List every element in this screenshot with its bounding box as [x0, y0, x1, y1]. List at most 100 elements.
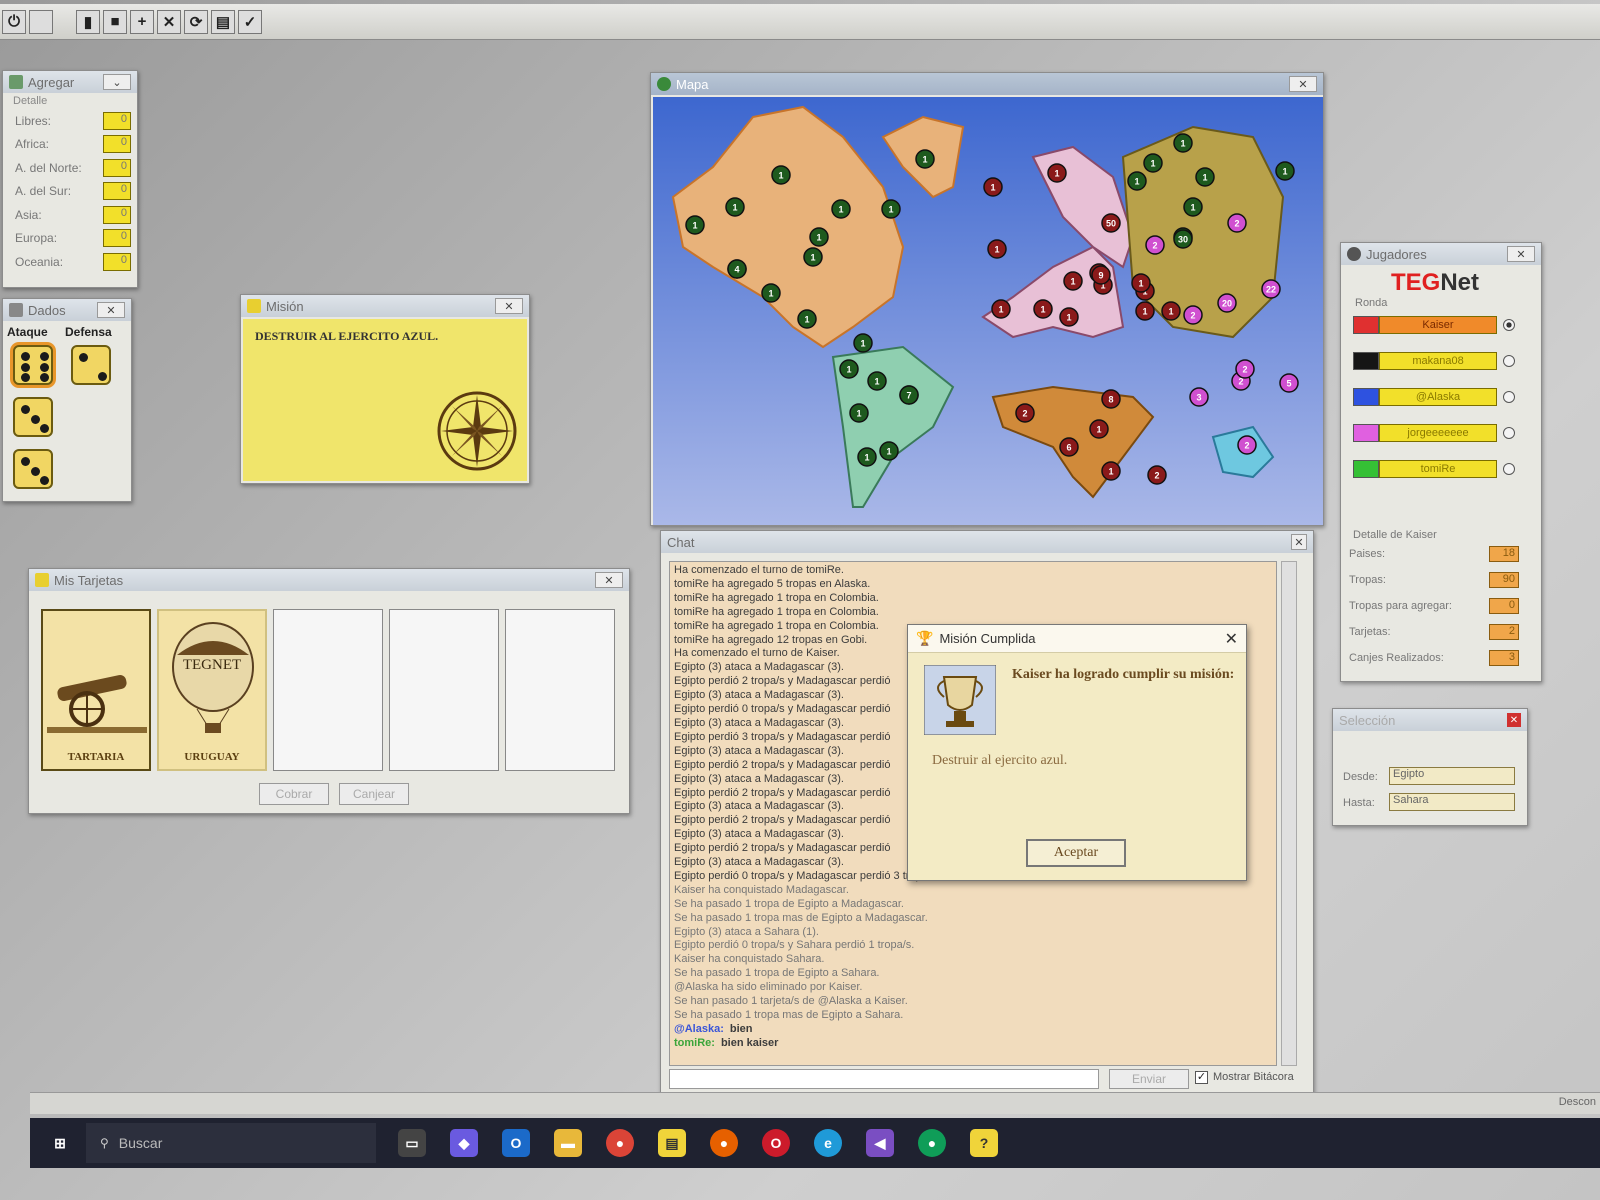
army-marker[interactable]: 2	[1235, 359, 1255, 379]
mision-titlebar[interactable]: Misión ✕	[241, 295, 529, 317]
agregar-titlebar[interactable]: Agregar ⌄	[3, 71, 137, 93]
canjear-button[interactable]: Canjear	[339, 783, 409, 805]
army-marker[interactable]: 1	[991, 299, 1011, 319]
army-marker[interactable]: 2	[1227, 213, 1247, 233]
player-row[interactable]: tomiRe	[1353, 459, 1515, 479]
army-marker[interactable]: 1	[797, 309, 817, 329]
pause-icon[interactable]: ▮	[76, 9, 100, 34]
close-icon[interactable]: ✕	[495, 298, 523, 314]
file-explorer-icon[interactable]: ▬	[554, 1129, 582, 1157]
firefox-icon[interactable]: ●	[710, 1129, 738, 1157]
army-marker[interactable]: 1	[1173, 133, 1193, 153]
army-marker[interactable]: 1	[809, 227, 829, 247]
army-marker[interactable]: 1	[1101, 461, 1121, 481]
army-marker[interactable]: 1	[1059, 307, 1079, 327]
close-icon[interactable]: ✕	[1507, 713, 1521, 727]
desde-field[interactable]: Egipto	[1389, 767, 1515, 785]
cancel-icon[interactable]: ✕	[157, 9, 181, 34]
army-marker[interactable]: 22	[1261, 279, 1281, 299]
minimize-button[interactable]: ⌄	[103, 74, 131, 90]
army-marker[interactable]: 1	[867, 371, 887, 391]
army-marker[interactable]: 9	[1091, 265, 1111, 285]
stop-icon[interactable]: ■	[103, 9, 127, 34]
army-marker[interactable]: 8	[1101, 389, 1121, 409]
opera-icon[interactable]: O	[762, 1129, 790, 1157]
task-view-icon[interactable]: ▭	[398, 1129, 426, 1157]
army-marker[interactable]: 1	[879, 441, 899, 461]
army-marker[interactable]: 20	[1217, 293, 1237, 313]
army-marker[interactable]: 1	[853, 333, 873, 353]
army-marker[interactable]: 1	[987, 239, 1007, 259]
army-marker[interactable]: 1	[1161, 301, 1181, 321]
close-icon[interactable]: ✕	[97, 302, 125, 318]
dados-titlebar[interactable]: Dados ✕	[3, 299, 131, 321]
army-marker[interactable]: 1	[849, 403, 869, 423]
player-radio[interactable]	[1503, 427, 1515, 439]
army-marker[interactable]: 1	[1135, 301, 1155, 321]
close-icon[interactable]: ✕	[1225, 629, 1238, 649]
army-marker[interactable]: 1	[685, 215, 705, 235]
teg-app-icon[interactable]: ?	[970, 1129, 998, 1157]
tarjetas-titlebar[interactable]: Mis Tarjetas ✕	[29, 569, 629, 591]
army-marker[interactable]: 1	[983, 177, 1003, 197]
check-icon[interactable]: ✓	[238, 9, 262, 34]
army-marker[interactable]: 1	[1195, 167, 1215, 187]
army-marker[interactable]: 1	[1033, 299, 1053, 319]
army-marker[interactable]: 1	[1143, 153, 1163, 173]
chat-scrollbar[interactable]	[1281, 561, 1297, 1066]
power-icon[interactable]: ⏻	[2, 9, 26, 34]
dialog-titlebar[interactable]: 🏆 Misión Cumplida ✕	[908, 625, 1246, 653]
mapa-titlebar[interactable]: Mapa ✕	[651, 73, 1323, 95]
close-icon[interactable]: ✕	[1507, 246, 1535, 262]
army-marker[interactable]: 1	[881, 199, 901, 219]
army-marker[interactable]: 1	[803, 247, 823, 267]
army-marker[interactable]: 1	[1127, 171, 1147, 191]
army-marker[interactable]: 2	[1237, 435, 1257, 455]
taskbar-search[interactable]: ⚲ Buscar	[86, 1123, 376, 1163]
aceptar-button[interactable]: Aceptar	[1026, 839, 1126, 867]
player-radio[interactable]	[1503, 463, 1515, 475]
sticky-notes-icon[interactable]: ▤	[658, 1129, 686, 1157]
army-marker[interactable]: 1	[1131, 273, 1151, 293]
cobrar-button[interactable]: Cobrar	[259, 783, 329, 805]
close-icon[interactable]: ✕	[595, 572, 623, 588]
chat-titlebar[interactable]: Chat ✕	[661, 531, 1313, 553]
army-marker[interactable]: 1	[831, 199, 851, 219]
visual-studio-icon[interactable]: ◀	[866, 1129, 894, 1157]
army-marker[interactable]: 4	[727, 259, 747, 279]
player-radio[interactable]	[1503, 355, 1515, 367]
army-marker[interactable]: 1	[1275, 161, 1295, 181]
army-marker[interactable]: 2	[1183, 305, 1203, 325]
army-marker[interactable]: 2	[1015, 403, 1035, 423]
player-row[interactable]: Kaiser	[1353, 315, 1515, 335]
add-icon[interactable]: +	[130, 9, 154, 34]
army-marker[interactable]: 2	[1147, 465, 1167, 485]
army-marker[interactable]: 30	[1173, 229, 1193, 249]
edge-icon[interactable]: e	[814, 1129, 842, 1157]
player-radio[interactable]	[1503, 391, 1515, 403]
army-marker[interactable]: 1	[1047, 163, 1067, 183]
army-marker[interactable]: 2	[1145, 235, 1165, 255]
reload-icon[interactable]: ⟳	[184, 9, 208, 34]
army-marker[interactable]: 1	[1183, 197, 1203, 217]
jugadores-titlebar[interactable]: Jugadores ✕	[1341, 243, 1541, 265]
copilot-icon[interactable]: ◆	[450, 1129, 478, 1157]
chrome-icon[interactable]: ●	[606, 1129, 634, 1157]
close-icon[interactable]: ✕	[1291, 534, 1307, 550]
seleccion-titlebar[interactable]: Selección ✕	[1333, 709, 1527, 731]
hasta-field[interactable]: Sahara	[1389, 793, 1515, 811]
army-marker[interactable]: 6	[1059, 437, 1079, 457]
enviar-button[interactable]: Enviar	[1109, 1069, 1189, 1089]
book-icon[interactable]: ▤	[211, 9, 235, 34]
player-row[interactable]: makana08	[1353, 351, 1515, 371]
army-marker[interactable]: 7	[899, 385, 919, 405]
blank-icon[interactable]	[29, 9, 53, 34]
world-map[interactable]: 1111111111111111111114711111111502911111…	[653, 97, 1323, 525]
close-icon[interactable]: ✕	[1289, 76, 1317, 92]
player-row[interactable]: jorgeeeeeee	[1353, 423, 1515, 443]
army-marker[interactable]: 1	[761, 283, 781, 303]
card-uruguay[interactable]: TEGNET URUGUAY	[157, 609, 267, 771]
mostrar-bitacora-checkbox[interactable]: ✓	[1195, 1071, 1208, 1084]
army-marker[interactable]: 5	[1279, 373, 1299, 393]
army-marker[interactable]: 1	[1063, 271, 1083, 291]
